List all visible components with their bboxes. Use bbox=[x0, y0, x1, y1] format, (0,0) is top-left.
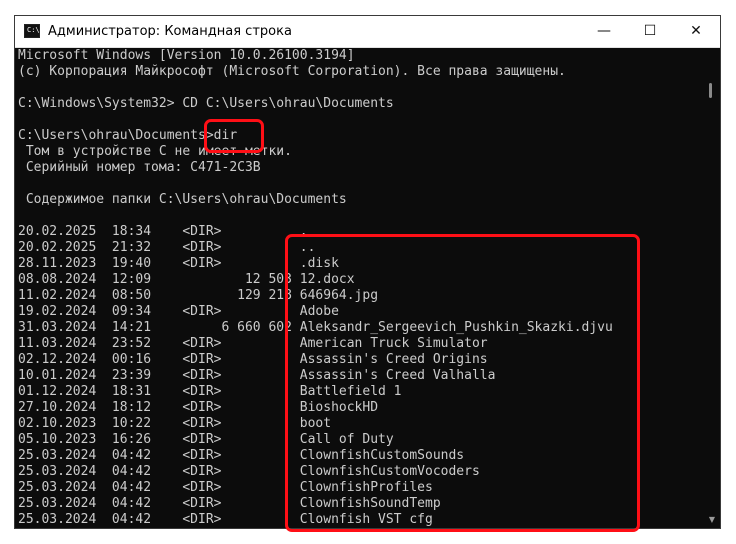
terminal-line: 10.01.2024 23:39 <DIR> Assassin's Creed … bbox=[18, 368, 496, 383]
terminal-line: Microsoft Windows [Version 10.0.26100.31… bbox=[18, 48, 355, 63]
terminal-line: Содержимое папки C:\Users\ohrau\Document… bbox=[18, 192, 347, 207]
terminal-output[interactable]: Microsoft Windows [Version 10.0.26100.31… bbox=[18, 47, 704, 528]
terminal-line: 20.02.2025 21:32 <DIR> .. bbox=[18, 240, 316, 255]
terminal-line: 25.03.2024 04:42 <DIR> ClownfishSoundTem… bbox=[18, 496, 441, 511]
terminal-line: 02.12.2024 00:16 <DIR> Assassin's Creed … bbox=[18, 352, 488, 367]
title-bar[interactable]: C:\ Администратор: Командная строка — ☐ … bbox=[15, 16, 720, 48]
terminal-line: (c) Корпорация Майкрософт (Microsoft Cor… bbox=[18, 64, 566, 79]
scroll-thumb[interactable] bbox=[709, 83, 712, 98]
cmd-icon-glyph: C:\ bbox=[27, 26, 40, 34]
terminal-line: 02.10.2023 10:22 <DIR> boot bbox=[18, 416, 332, 431]
terminal-line: C:\Windows\System32> CD C:\Users\ohrau\D… bbox=[18, 96, 394, 111]
terminal-line: Серийный номер тома: C471-2C3B bbox=[18, 160, 261, 175]
vertical-scrollbar[interactable]: ▼ bbox=[707, 47, 717, 528]
terminal-line: 08.08.2024 12:09 12 503 12.docx bbox=[18, 272, 355, 287]
maximize-button[interactable]: ☐ bbox=[627, 16, 673, 47]
terminal-line: 25.03.2024 04:42 <DIR> ClownfishCustomVo… bbox=[18, 464, 480, 479]
terminal-line: 05.10.2023 16:26 <DIR> Call of Duty bbox=[18, 432, 394, 447]
terminal-line: 27.10.2024 18:12 <DIR> BioshockHD bbox=[18, 400, 379, 415]
terminal-line: 25.03.2024 04:42 <DIR> Clownfish VST cfg bbox=[18, 512, 433, 527]
terminal-line: 25.03.2024 04:42 <DIR> ClownfishProfiles bbox=[18, 480, 433, 495]
scroll-down-arrow-icon[interactable]: ▼ bbox=[707, 515, 717, 525]
terminal-line: 31.03.2024 14:21 6 660 602 Aleksandr_Ser… bbox=[18, 320, 613, 335]
terminal-line: 25.03.2024 04:42 <DIR> ClownfishCustomSo… bbox=[18, 448, 465, 463]
terminal-line: 28.11.2023 19:40 <DIR> .disk bbox=[18, 256, 339, 271]
terminal-line: 19.02.2024 09:34 <DIR> Adobe bbox=[18, 304, 339, 319]
close-button[interactable]: ✕ bbox=[673, 16, 719, 47]
terminal-line: 11.02.2024 08:50 129 218 646964.jpg bbox=[18, 288, 379, 303]
terminal-line: Том в устройстве C не имеет метки. bbox=[18, 144, 292, 159]
cmd-icon: C:\ bbox=[24, 24, 40, 38]
terminal-line: 01.12.2024 18:31 <DIR> Battlefield 1 bbox=[18, 384, 402, 399]
terminal-line: 20.02.2025 18:34 <DIR> . bbox=[18, 224, 308, 239]
window-title: Администратор: Командная строка bbox=[48, 24, 292, 39]
terminal-line: C:\Users\ohrau\Documents>dir bbox=[18, 128, 238, 143]
terminal-line: 11.03.2024 23:52 <DIR> American Truck Si… bbox=[18, 336, 488, 351]
cmd-window: C:\ Администратор: Командная строка — ☐ … bbox=[15, 16, 720, 528]
minimize-button[interactable]: — bbox=[581, 16, 627, 47]
